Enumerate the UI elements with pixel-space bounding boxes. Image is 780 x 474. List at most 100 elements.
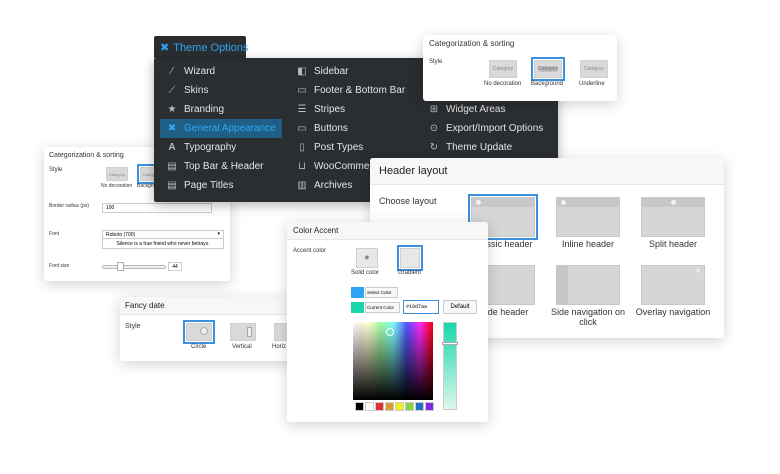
layout-label-inline-header: Inline header — [561, 239, 615, 249]
current-color-swatch[interactable] — [351, 302, 364, 313]
color-swatch[interactable] — [375, 402, 384, 411]
thumb-text: Category — [538, 66, 559, 72]
menu-item-typography[interactable]: A Typography — [160, 138, 282, 157]
color-swatch[interactable] — [415, 402, 424, 411]
style-label-background: Background — [531, 81, 564, 87]
menu-item-stripes[interactable]: ☰ Stripes — [296, 100, 346, 119]
thumb-logo — [476, 200, 481, 205]
tools-icon: ✖ — [167, 123, 177, 134]
style-label: Style — [125, 323, 141, 330]
menu-item-sidebar[interactable]: ◧ Sidebar — [296, 62, 348, 81]
menu-item-label: Export/Import Options — [446, 123, 544, 134]
menu-item-label: Stripes — [314, 104, 346, 115]
thumb-side-bar — [557, 266, 568, 304]
font-select[interactable]: Roboto (700) ▾ — [102, 230, 224, 239]
default-button[interactable]: Default — [443, 300, 477, 314]
menu-item-label: Typography — [184, 142, 237, 153]
font-size-slider[interactable] — [102, 265, 166, 269]
stripes-icon: ☰ — [297, 104, 307, 115]
theme-options-title: Theme Options — [173, 42, 249, 54]
thumb-text: Category — [108, 172, 126, 177]
thumb-text: Category — [583, 66, 605, 72]
menu-item-branding[interactable]: ★ Branding — [160, 100, 282, 119]
style-label: Style — [429, 59, 443, 65]
menu-item-buttons[interactable]: ▭ Buttons — [296, 119, 348, 138]
color-swatch[interactable] — [385, 402, 394, 411]
menu-item-label: Branding — [184, 104, 225, 115]
menu-item-footer-bottom-bar[interactable]: ▭ Footer & Bottom Bar — [296, 81, 405, 100]
color-swatch[interactable] — [355, 402, 364, 411]
solid-color-option[interactable]: ● — [356, 248, 378, 268]
style-option-background[interactable]: Category — [531, 57, 565, 81]
thumb-logo — [671, 200, 676, 205]
current-color-text: Current Color — [367, 305, 395, 310]
fancy-date-option-vertical[interactable] — [230, 323, 256, 341]
menu-item-general-appearance[interactable]: ✖ General Appearance — [160, 119, 282, 138]
menu-item-export-import[interactable]: ⊙ Export/Import Options — [428, 119, 543, 138]
color-picker-cursor[interactable] — [386, 328, 394, 336]
current-color-button[interactable]: Current Color — [365, 302, 400, 313]
border-radius-label: Border radius (px) — [49, 203, 90, 209]
style-label-no-decoration: No decoration — [484, 81, 522, 87]
close-icon: ✕ — [695, 268, 701, 275]
font-size-value: 44 — [172, 264, 178, 270]
theme-options-tab[interactable]: ✖ Theme Options — [154, 36, 249, 58]
window-icon: ▤ — [167, 180, 177, 191]
font-size-label: Font size — [49, 263, 70, 269]
font-size-input[interactable]: 44 — [168, 262, 182, 271]
gradient-option[interactable] — [397, 245, 423, 271]
gradient-slider[interactable] — [443, 322, 457, 410]
button-icon: ▭ — [297, 123, 307, 134]
select-color-button[interactable]: Select Color — [365, 287, 398, 298]
menu-item-page-titles[interactable]: ▤ Page Titles — [160, 176, 282, 195]
layout-option-overlay-navigation[interactable]: ✕ — [641, 265, 705, 305]
thumb-text: Category — [492, 66, 514, 72]
panel-title: Fancy date — [125, 301, 165, 310]
layout-option-split-header[interactable] — [641, 197, 705, 237]
color-accent-header: Color Accent — [287, 222, 488, 240]
menu-item-widget-areas[interactable]: ⊞ Widget Areas — [428, 100, 506, 119]
menu-item-skins[interactable]: ⟋ Skins — [160, 81, 282, 100]
menu-item-wizard[interactable]: ⁄ Wizard — [160, 62, 282, 81]
font-size-slider-handle[interactable] — [117, 262, 124, 271]
font-select-value: Roboto (700) — [106, 232, 136, 238]
fancy-date-option-circle[interactable] — [183, 320, 215, 344]
menu-item-post-types[interactable]: ▯ Post Types — [296, 138, 363, 157]
menu-item-label: Post Types — [314, 142, 364, 153]
menu-item-archives[interactable]: ▥ Archives — [296, 176, 352, 195]
layout-option-side-navigation[interactable] — [556, 265, 620, 305]
select-color-swatch[interactable] — [351, 287, 364, 298]
gradient-label: Gradient — [398, 270, 422, 276]
style-option-no-decoration[interactable]: Category — [489, 60, 517, 78]
color-swatch[interactable] — [395, 402, 404, 411]
panel-title: Header layout — [379, 165, 448, 177]
menu-item-top-bar-header[interactable]: ▤ Top Bar & Header — [160, 157, 282, 176]
panel-title: Categorization & sorting — [49, 152, 124, 159]
sidebar-icon: ◧ — [297, 66, 307, 77]
panel-title: Categorization & sorting — [429, 39, 515, 48]
border-radius-input[interactable]: 100 — [102, 203, 212, 213]
layout-option-inline-header[interactable] — [556, 197, 620, 237]
download-icon: ⊙ — [429, 123, 439, 134]
style-option-no-decoration[interactable]: Category — [106, 167, 128, 181]
font-preview-text: Silence is a true friend who never betra… — [116, 241, 210, 247]
color-accent-panel: Color Accent Accent color ● Solid color … — [287, 222, 488, 422]
menu-item-label: Theme Update — [446, 142, 513, 153]
color-swatch[interactable] — [405, 402, 414, 411]
menu-item-theme-update[interactable]: ↻ Theme Update — [428, 138, 512, 157]
hex-color-input[interactable]: #19d7aa — [403, 300, 439, 314]
solid-color-label: Solid color — [351, 270, 380, 276]
menu-item-label: Top Bar & Header — [184, 161, 264, 172]
window-icon: ▤ — [167, 161, 177, 172]
menu-item-label: Page Titles — [184, 180, 234, 191]
brush-icon: ⟋ — [168, 85, 176, 96]
layout-label-split-header: Split header — [648, 239, 698, 249]
text-icon: A — [168, 142, 176, 153]
drop-icon: ● — [364, 252, 370, 262]
gradient-slider-handle[interactable] — [442, 342, 458, 345]
style-option-underline[interactable]: Category — [580, 60, 608, 78]
fancy-date-label-circle: Circle — [191, 344, 207, 350]
header-layout-header: Header layout — [370, 158, 724, 185]
color-swatch[interactable] — [425, 402, 434, 411]
color-swatch[interactable] — [365, 402, 374, 411]
